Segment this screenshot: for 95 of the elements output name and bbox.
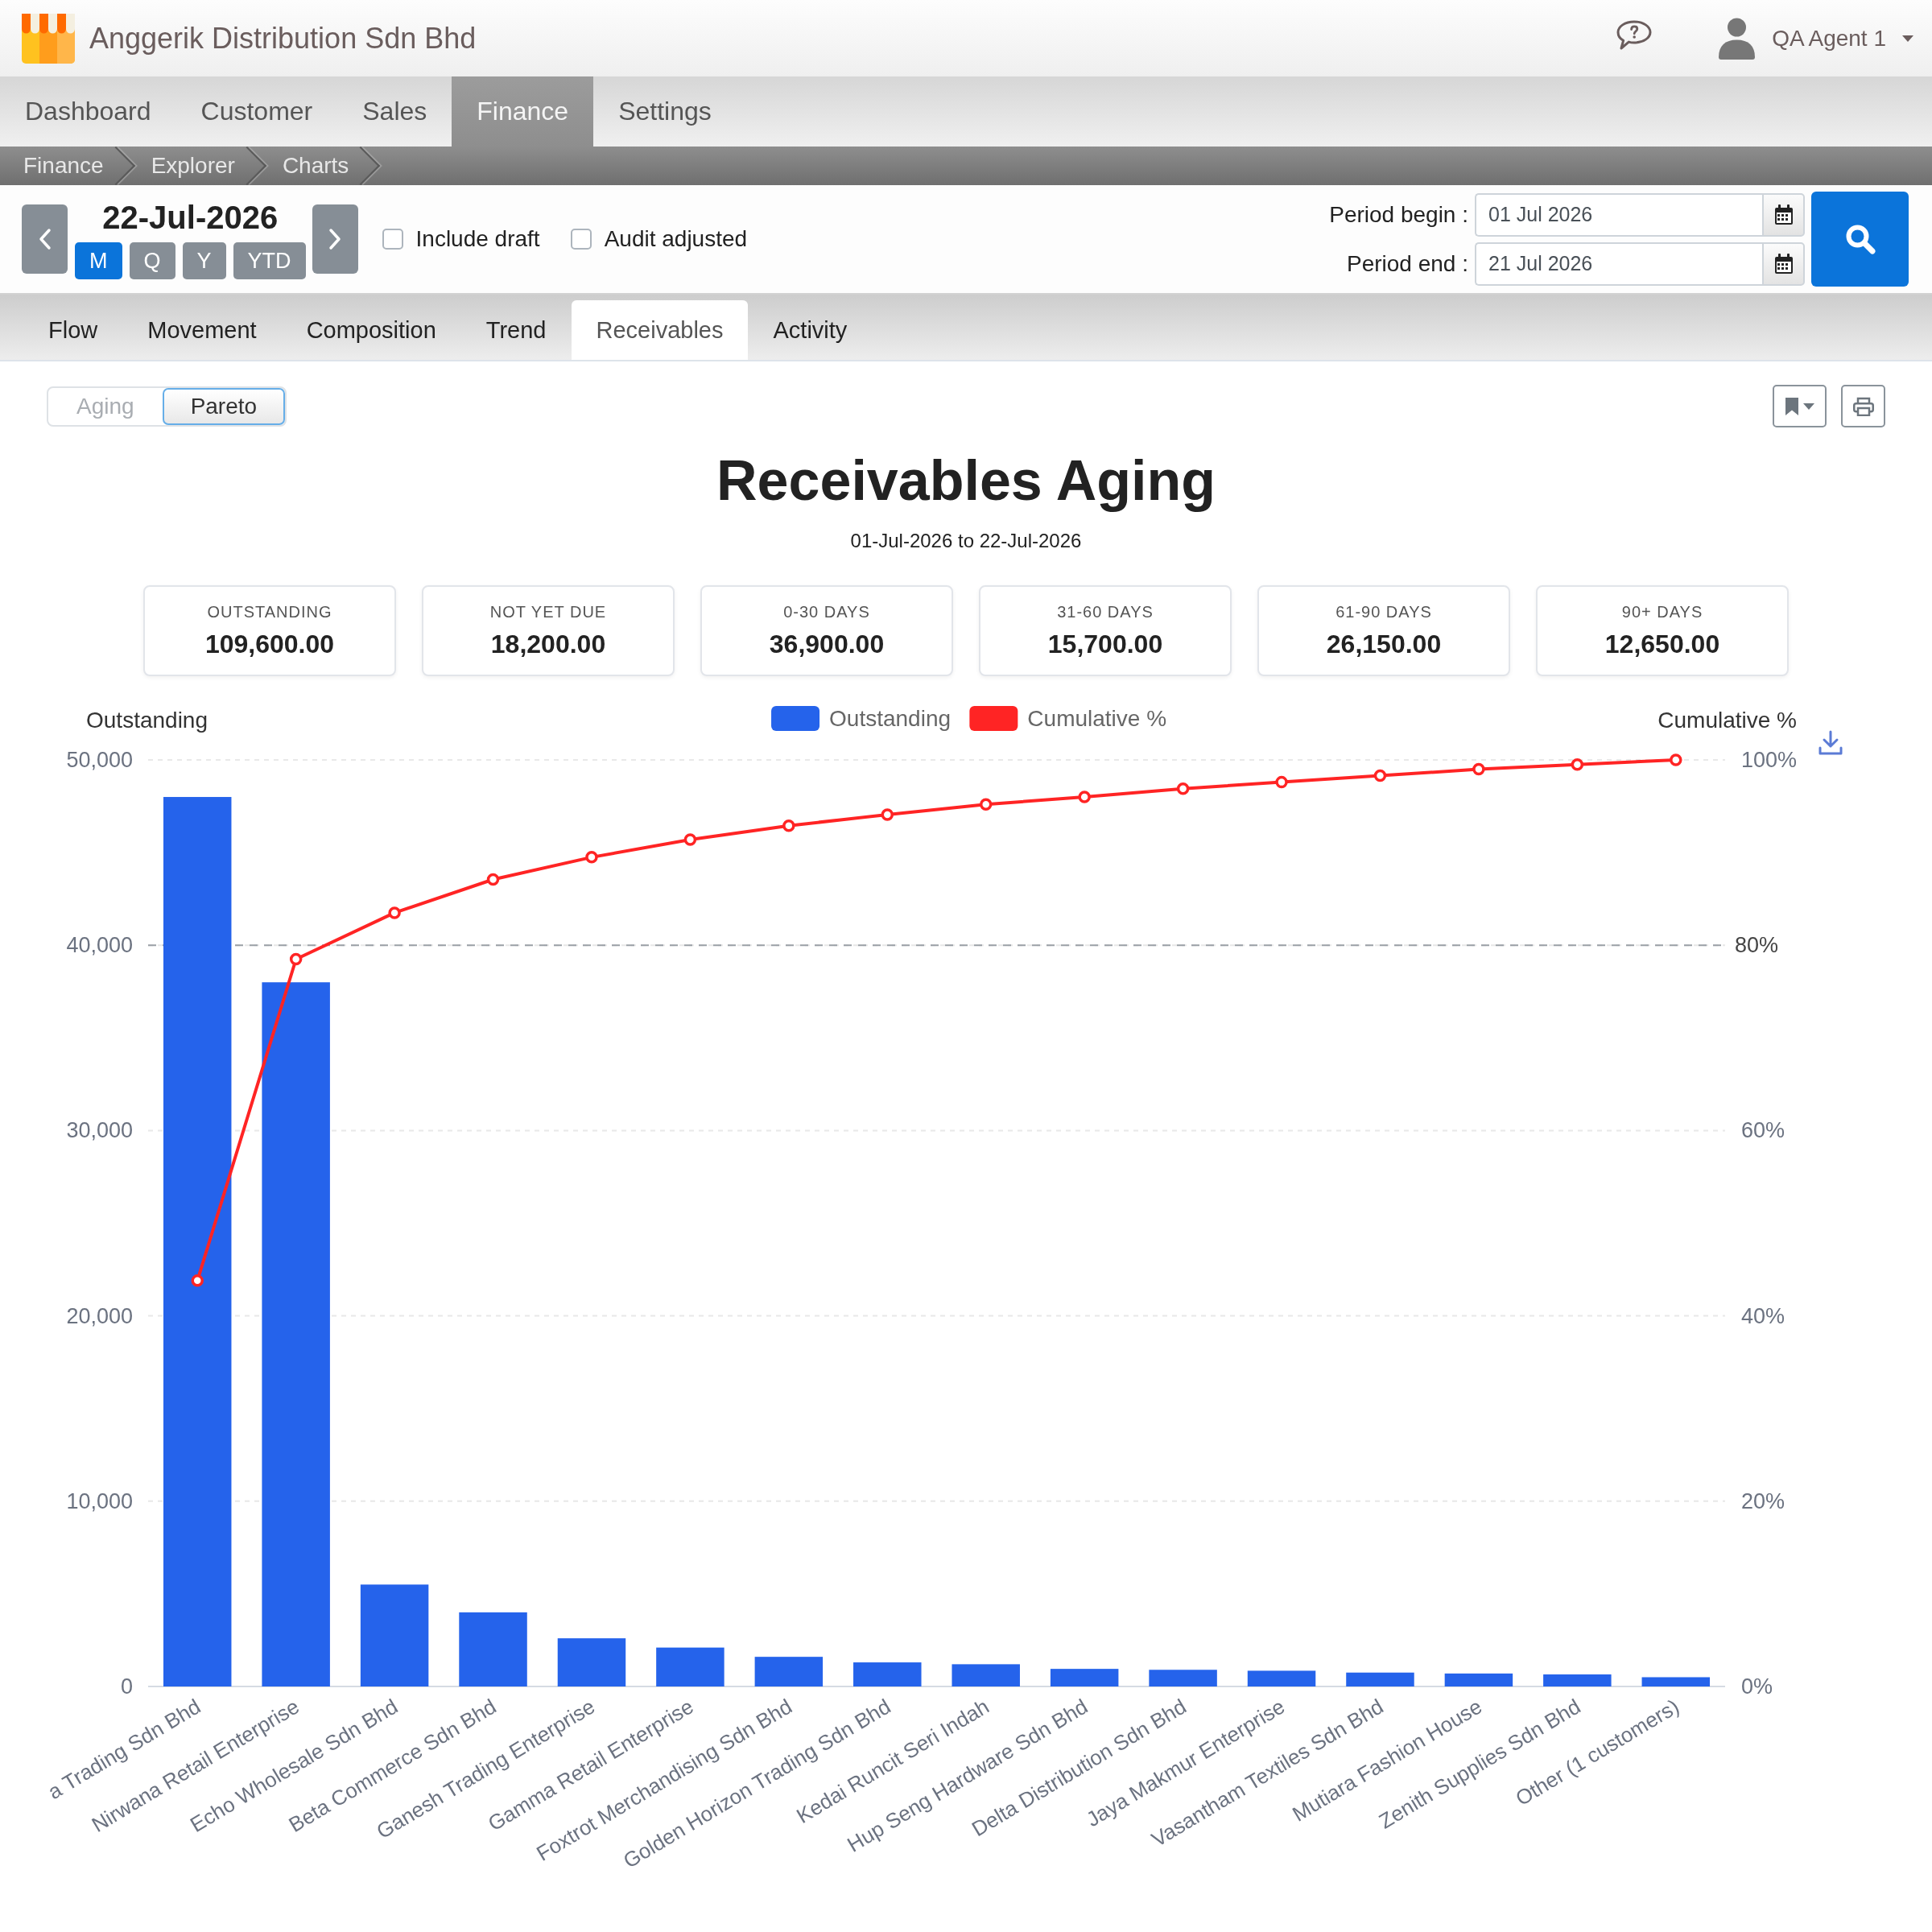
data-point	[1472, 762, 1485, 776]
data-point	[881, 808, 894, 821]
nav-tab[interactable]: Dashboard	[0, 76, 176, 147]
previous-button[interactable]	[22, 204, 68, 274]
data-point	[289, 952, 303, 966]
chevron-left-icon	[38, 228, 52, 250]
summary-label: 90+ DAYS	[1621, 602, 1703, 621]
checkbox[interactable]	[570, 229, 592, 250]
axis-tick-label: 20,000	[66, 1303, 133, 1328]
summary-label: OUTSTANDING	[207, 602, 332, 621]
checkbox[interactable]	[382, 229, 403, 250]
axis-tick-label: 40%	[1741, 1303, 1785, 1328]
calendar-button[interactable]	[1762, 192, 1805, 237]
field-label: Period begin :	[1329, 201, 1468, 228]
report-subtitle: 01-Jul-2026 to 22-Jul-2026	[849, 529, 1083, 553]
axis-tick-label: 40,000	[66, 933, 133, 958]
axis-tick-label: 10,000	[66, 1488, 133, 1513]
breadcrumb-link[interactable]: Explorer	[151, 147, 272, 185]
summary-value: 26,150.00	[1326, 629, 1442, 659]
summary-value: 12,650.00	[1604, 629, 1720, 659]
company-name: Anggerik Distribution Sdn Bhd	[89, 21, 477, 56]
tab[interactable]: Receivables	[571, 300, 749, 360]
summary-value: 15,700.00	[1047, 629, 1163, 659]
current-date: 22-Jul-2026	[102, 199, 279, 236]
checkbox-label[interactable]: Audit adjusted	[604, 226, 748, 252]
data-point	[782, 819, 795, 832]
calendar-icon	[1773, 204, 1794, 225]
search-icon	[1844, 224, 1876, 254]
axis-tick-label: 0	[120, 1674, 133, 1699]
period-button[interactable]: Q	[129, 242, 175, 279]
report-title: Receivables Aging	[716, 448, 1216, 513]
data-point	[1571, 758, 1584, 771]
bookmark-button[interactable]	[1773, 385, 1827, 427]
toggle-button[interactable]: Pareto	[162, 387, 286, 425]
tab[interactable]: Composition	[281, 300, 461, 360]
awning-logo-icon	[22, 13, 75, 64]
search-button[interactable]	[1811, 192, 1909, 287]
user-menu-button[interactable]: QA Agent 1	[1718, 17, 1913, 60]
date-field[interactable]: 01 Jul 2026	[1475, 192, 1762, 237]
date-field[interactable]: 21 Jul 2026	[1475, 242, 1762, 286]
bookmark-icon	[1785, 397, 1798, 415]
data-point	[1275, 775, 1288, 789]
axis-tick-label: 60%	[1741, 1118, 1785, 1143]
axis-tick-label: 30,000	[66, 1118, 133, 1143]
summary-label: 31-60 DAYS	[1057, 602, 1154, 621]
period-button[interactable]: M	[75, 242, 122, 279]
summary-label: NOT YET DUE	[489, 602, 607, 621]
data-point	[191, 1274, 204, 1287]
nav-tab[interactable]: Settings	[593, 76, 737, 147]
tab[interactable]: Flow	[23, 300, 123, 360]
data-point	[1078, 791, 1091, 803]
threshold-label: 80%	[1735, 933, 1779, 958]
chevron-right-icon	[328, 228, 342, 250]
legend-label: Outstanding	[829, 706, 952, 731]
print-icon	[1852, 396, 1874, 416]
data-point	[1176, 782, 1190, 795]
data-point	[585, 851, 598, 864]
summary-value: 18,200.00	[490, 629, 606, 659]
axis-title: Cumulative %	[1657, 708, 1797, 733]
axis-tick-label: 100%	[1741, 748, 1798, 772]
data-point	[1373, 769, 1387, 782]
summary-label: 0-30 DAYS	[783, 602, 870, 621]
calendar-icon	[1773, 253, 1794, 275]
print-button[interactable]	[1841, 385, 1885, 427]
data-point	[979, 798, 993, 811]
period-button[interactable]: YTD	[233, 242, 306, 279]
tab[interactable]: Trend	[460, 300, 572, 360]
nav-tab[interactable]: Sales	[337, 76, 452, 147]
data-point	[388, 906, 401, 919]
summary-value: 36,900.00	[769, 629, 885, 659]
axis-title: Outstanding	[86, 708, 208, 733]
breadcrumb-link[interactable]: Charts	[282, 147, 386, 185]
summary-label: 61-90 DAYS	[1335, 602, 1432, 621]
caret-icon	[1802, 402, 1814, 410]
download-icon[interactable]	[1818, 730, 1843, 755]
data-point	[486, 873, 500, 886]
field-label: Period end :	[1346, 250, 1468, 277]
tab[interactable]: Movement	[122, 300, 282, 360]
summary-value: 109,600.00	[204, 629, 335, 659]
data-point	[683, 833, 697, 846]
breadcrumb-link[interactable]: Finance	[23, 147, 141, 185]
legend-label: Cumulative %	[1027, 706, 1167, 731]
data-point	[1670, 753, 1682, 766]
axis-tick-label: 20%	[1741, 1488, 1785, 1513]
help-bubble-icon[interactable]	[1616, 19, 1653, 52]
axis-tick-label: 0%	[1741, 1674, 1773, 1699]
next-button[interactable]	[312, 204, 358, 274]
user-icon	[1718, 17, 1757, 60]
axis-tick-label: 50,000	[66, 748, 133, 772]
nav-tab[interactable]: Customer	[175, 76, 338, 147]
period-button[interactable]: Y	[182, 242, 226, 279]
calendar-button[interactable]	[1762, 242, 1805, 286]
caret-icon	[1902, 35, 1913, 42]
checkbox-label[interactable]: Include draft	[415, 226, 540, 252]
tab[interactable]: Activity	[748, 300, 873, 360]
